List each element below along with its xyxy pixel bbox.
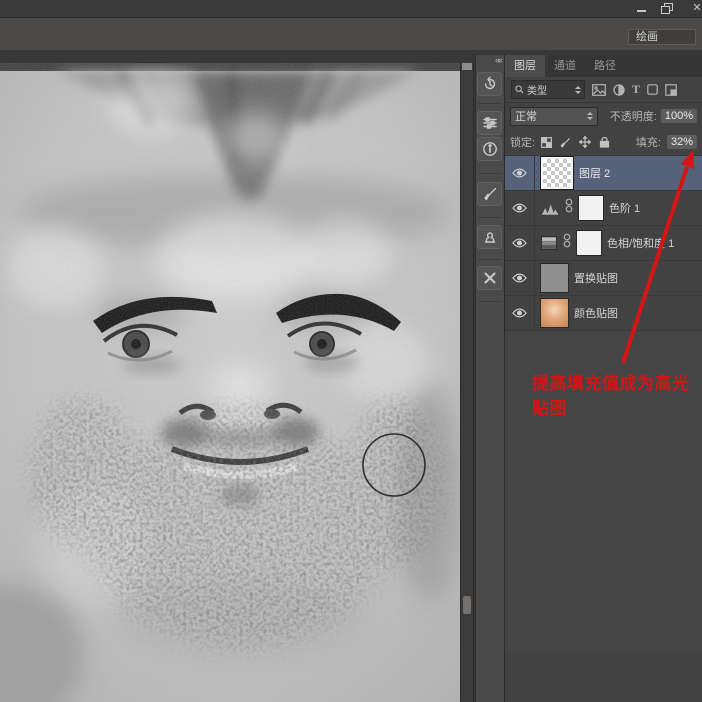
brush-icon [482, 186, 498, 202]
smart-object-filter-icon[interactable] [665, 84, 677, 96]
layer-thumbnail-color[interactable] [541, 299, 568, 327]
info-icon [482, 141, 498, 157]
tab-paths[interactable]: 路径 [585, 55, 625, 77]
clone-stamp-icon [482, 229, 498, 245]
scrollbar-thumb[interactable] [463, 596, 471, 614]
search-icon [515, 85, 524, 94]
canvas-image [0, 63, 460, 702]
lock-label: 锁定: [510, 134, 535, 150]
dropdown-arrows-icon [587, 112, 593, 120]
layer-mask-thumbnail[interactable] [577, 231, 601, 255]
type-filter-icon[interactable]: T [632, 82, 640, 97]
shape-filter-icon[interactable] [647, 84, 658, 95]
visibility-toggle[interactable] [505, 261, 535, 295]
tab-layers[interactable]: 图层 [505, 55, 545, 77]
eye-icon [512, 203, 527, 213]
tool-presets-panel-button[interactable] [477, 266, 502, 290]
mask-link-icon[interactable] [563, 233, 571, 253]
workspace-switcher-button[interactable]: 绘画 [628, 29, 696, 45]
layer-thumbnail-gray[interactable] [541, 264, 568, 292]
minimize-button[interactable] [634, 2, 650, 14]
layer-row-color-map[interactable]: 颜色贴图 [505, 296, 702, 331]
layer-filter-type-dropdown[interactable]: 类型 [511, 80, 585, 99]
canvas-vertical-scrollbar[interactable] [460, 63, 474, 702]
lock-image-icon[interactable] [560, 137, 571, 148]
layer-name[interactable]: 颜色贴图 [574, 305, 618, 321]
layer-filter-row: 类型 T [505, 77, 702, 103]
clone-source-panel-button[interactable] [477, 225, 502, 249]
document-canvas[interactable] [0, 63, 460, 702]
title-bar: ✕ [0, 0, 702, 18]
eye-icon [512, 273, 527, 283]
hue-saturation-adjustment-icon [541, 236, 557, 250]
tab-channels[interactable]: 通道 [545, 55, 585, 77]
layer-name[interactable]: 置换贴图 [574, 270, 618, 286]
eye-icon [512, 238, 527, 248]
minimize-icon [637, 10, 646, 12]
fill-label: 填充: [636, 134, 661, 150]
adjustment-filter-icon[interactable] [613, 84, 625, 96]
info-panel-button[interactable] [477, 137, 502, 161]
layer-name[interactable]: 色相/饱和度 1 [607, 235, 674, 251]
lock-transparency-icon[interactable] [541, 137, 552, 148]
layer-row-hue-saturation-1[interactable]: 色相/饱和度 1 [505, 226, 702, 261]
scrollbar-top-nub [462, 63, 472, 70]
layer-name[interactable]: 色阶 1 [609, 200, 640, 216]
mask-link-icon[interactable] [565, 198, 573, 218]
layer-name[interactable]: 图层 2 [579, 165, 610, 181]
restore-button[interactable] [659, 2, 675, 14]
annotation-text: 提高填充值成为高光贴图 [532, 369, 702, 419]
expand-panels-icon[interactable]: «« [495, 55, 501, 65]
lock-row: 锁定: 填充: 32% [505, 129, 702, 156]
blend-mode-row: 正常 不透明度: 100% [505, 103, 702, 129]
layer-row-layer-2[interactable]: 图层 2 [505, 156, 702, 191]
layer-row-levels-1[interactable]: 色阶 1 [505, 191, 702, 226]
layer-thumbnail-transparent[interactable] [541, 157, 573, 189]
options-bar: 绘画 [0, 18, 702, 50]
eye-icon [512, 168, 527, 178]
visibility-toggle[interactable] [505, 226, 535, 260]
panel-tab-bar: 图层 通道 路径 [505, 55, 702, 77]
lock-all-icon[interactable] [599, 136, 610, 148]
layer-list: 图层 2 [505, 156, 702, 331]
visibility-toggle[interactable] [505, 296, 535, 330]
fill-value[interactable]: 32% [667, 135, 697, 149]
image-filter-icon[interactable] [592, 84, 606, 96]
opacity-label: 不透明度: [610, 108, 657, 124]
layer-row-displacement-map[interactable]: 置换贴图 [505, 261, 702, 296]
visibility-toggle[interactable] [505, 156, 535, 190]
collapsed-panels-strip: «« [475, 55, 504, 702]
tool-presets-icon [482, 270, 498, 286]
adjustments-icon [482, 115, 498, 131]
visibility-toggle[interactable] [505, 191, 535, 225]
close-button[interactable]: ✕ [689, 2, 702, 14]
blend-mode-dropdown[interactable]: 正常 [510, 107, 598, 126]
layer-mask-thumbnail[interactable] [579, 196, 603, 220]
levels-adjustment-icon [541, 201, 559, 215]
history-icon [482, 76, 498, 92]
adjustments-panel-button[interactable] [477, 111, 502, 135]
brush-panel-button[interactable] [477, 182, 502, 206]
eye-icon [512, 308, 527, 318]
history-panel-button[interactable] [477, 72, 502, 96]
photoshop-window: ✕ 绘画 [0, 0, 702, 702]
lock-position-icon[interactable] [579, 136, 591, 148]
dropdown-arrows-icon [575, 86, 581, 94]
opacity-value[interactable]: 100% [661, 109, 697, 123]
